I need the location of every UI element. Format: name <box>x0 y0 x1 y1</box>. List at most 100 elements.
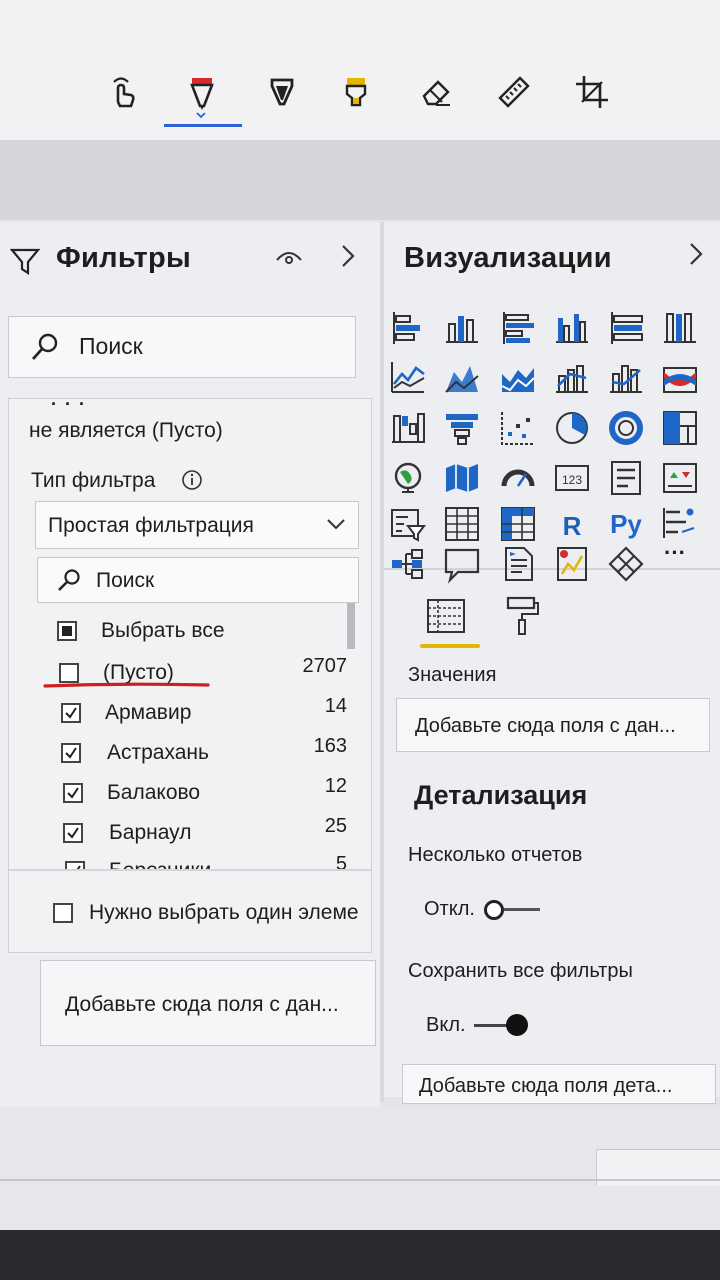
filter-funnel-icon <box>10 248 40 276</box>
canvas-area <box>0 1107 720 1230</box>
waterfall-chart-icon[interactable] <box>388 408 428 448</box>
filter-item-count: 25 <box>324 815 347 837</box>
search-icon <box>31 333 58 360</box>
keep-filters-label: Сохранить все фильтры <box>408 960 633 982</box>
kpi-icon[interactable] <box>660 458 700 498</box>
paginated-report-icon[interactable] <box>552 544 592 584</box>
qa-visual-icon[interactable] <box>442 544 482 584</box>
values-dropzone[interactable]: Добавьте сюда поля с дан... <box>396 698 710 752</box>
pencil-icon[interactable] <box>256 64 308 120</box>
stacked-column-chart-icon[interactable] <box>442 308 482 348</box>
key-influencers-icon[interactable] <box>660 504 700 544</box>
ink-toolbar <box>0 0 720 140</box>
filters-pane: Фильтры Поиск . . . не является (Пусто) … <box>0 222 380 1107</box>
table-icon[interactable] <box>442 504 482 544</box>
treemap-icon[interactable] <box>660 408 700 448</box>
highlighter-icon[interactable] <box>330 64 382 120</box>
toggle-knob-on <box>506 1014 528 1036</box>
scatter-chart-icon[interactable] <box>498 408 538 448</box>
toggle-track <box>504 908 540 911</box>
filter-item-label: Барнаул <box>109 821 192 844</box>
chevron-right-icon[interactable] <box>338 242 358 270</box>
filters-search-input[interactable]: Поиск <box>8 316 356 378</box>
stacked-bar-chart-icon[interactable] <box>388 308 428 348</box>
checkbox-checked[interactable] <box>63 823 83 843</box>
touch-writing-icon[interactable] <box>98 64 150 120</box>
filter-card: . . . не является (Пусто) Тип фильтра Пр… <box>8 389 372 953</box>
filter-item-count: 14 <box>324 695 347 717</box>
cross-report-state: Откл. <box>424 898 475 920</box>
area-chart-icon[interactable] <box>442 358 482 398</box>
filter-item-label: Астрахань <box>107 741 209 764</box>
checkbox-checked[interactable] <box>65 861 85 869</box>
checkbox-checked[interactable] <box>63 783 83 803</box>
crop-icon[interactable] <box>566 64 618 120</box>
funnel-chart-icon[interactable] <box>442 408 482 448</box>
add-fields-label: Добавьте сюда поля с дан... <box>65 993 339 1016</box>
visualizations-title: Визуализации <box>404 242 612 274</box>
ribbon-blank-area <box>0 140 720 220</box>
card-icon[interactable]: 123 <box>552 458 592 498</box>
fields-tab-icon[interactable] <box>424 594 468 638</box>
power-apps-icon[interactable] <box>606 544 646 584</box>
screen: Фильтры Поиск . . . не является (Пусто) … <box>0 0 720 1230</box>
python-visual-icon[interactable]: Py <box>600 504 652 544</box>
red-annotation-underline <box>43 682 210 688</box>
donut-chart-icon[interactable] <box>606 408 646 448</box>
slicer-icon[interactable] <box>388 504 428 544</box>
checkbox-checked[interactable] <box>61 703 81 723</box>
line-chart-icon[interactable] <box>388 358 428 398</box>
smart-narrative-icon[interactable] <box>498 544 538 584</box>
decomposition-tree-icon[interactable] <box>388 544 428 584</box>
stacked-area-chart-icon[interactable] <box>498 358 538 398</box>
values-dropzone-label: Добавьте сюда поля с дан... <box>415 715 676 737</box>
drillthrough-dropzone[interactable]: Добавьте сюда поля дета... <box>402 1064 716 1104</box>
filter-item-count: 5 <box>335 853 347 869</box>
ribbon-chart-icon[interactable] <box>660 358 700 398</box>
drillthrough-title: Детализация <box>414 780 588 810</box>
card-label: 123 <box>562 473 582 487</box>
r-script-visual-icon[interactable]: R <box>552 504 592 544</box>
ruler-icon[interactable] <box>488 64 540 120</box>
selected-tool-indicator <box>164 124 242 127</box>
filter-item-label: Армавир <box>105 701 192 724</box>
fields-tab-underline <box>420 644 480 648</box>
bottom-divider <box>0 1179 720 1181</box>
add-fields-dropzone[interactable]: Добавьте сюда поля с дан... <box>40 960 376 1046</box>
clustered-column-chart-icon[interactable] <box>552 308 592 348</box>
100-stacked-column-chart-icon[interactable] <box>660 308 700 348</box>
filters-title: Фильтры <box>56 242 192 274</box>
chevron-down-icon[interactable] <box>196 110 206 120</box>
require-single-checkbox[interactable] <box>53 903 73 923</box>
toggle-knob-off <box>484 900 504 920</box>
matrix-icon[interactable] <box>498 504 538 544</box>
gauge-icon[interactable] <box>498 458 538 498</box>
filter-item-label: Березники <box>109 859 211 869</box>
checkbox-checked[interactable] <box>61 743 81 763</box>
keep-filters-state: Вкл. <box>426 1014 466 1036</box>
py-label: Py <box>610 509 642 539</box>
eraser-icon[interactable] <box>410 64 462 120</box>
pie-chart-icon[interactable] <box>552 408 592 448</box>
100-stacked-bar-chart-icon[interactable] <box>606 308 646 348</box>
line-and-clustered-column-chart-icon[interactable] <box>606 358 646 398</box>
values-label: Значения <box>408 664 497 686</box>
clustered-bar-chart-icon[interactable] <box>498 308 538 348</box>
list-bottom-border <box>9 869 371 871</box>
eye-icon[interactable] <box>274 244 304 270</box>
filter-item-count: 163 <box>313 735 347 757</box>
filled-map-icon[interactable] <box>442 458 482 498</box>
map-icon[interactable] <box>388 458 428 498</box>
search-placeholder: Поиск <box>79 333 143 359</box>
checkmark-icon <box>65 747 77 759</box>
filter-item-count: 12 <box>324 775 347 797</box>
multi-row-card-icon[interactable] <box>606 458 646 498</box>
r-label: R <box>563 511 582 541</box>
line-and-stacked-column-chart-icon[interactable] <box>552 358 592 398</box>
checkmark-icon <box>67 827 79 839</box>
chevron-right-icon[interactable] <box>686 240 706 268</box>
checkmark-icon <box>67 787 79 799</box>
filter-item-count: 2707 <box>302 655 348 677</box>
more-visuals-button[interactable]: ··· <box>664 540 686 566</box>
format-paint-roller-icon[interactable] <box>500 594 544 638</box>
